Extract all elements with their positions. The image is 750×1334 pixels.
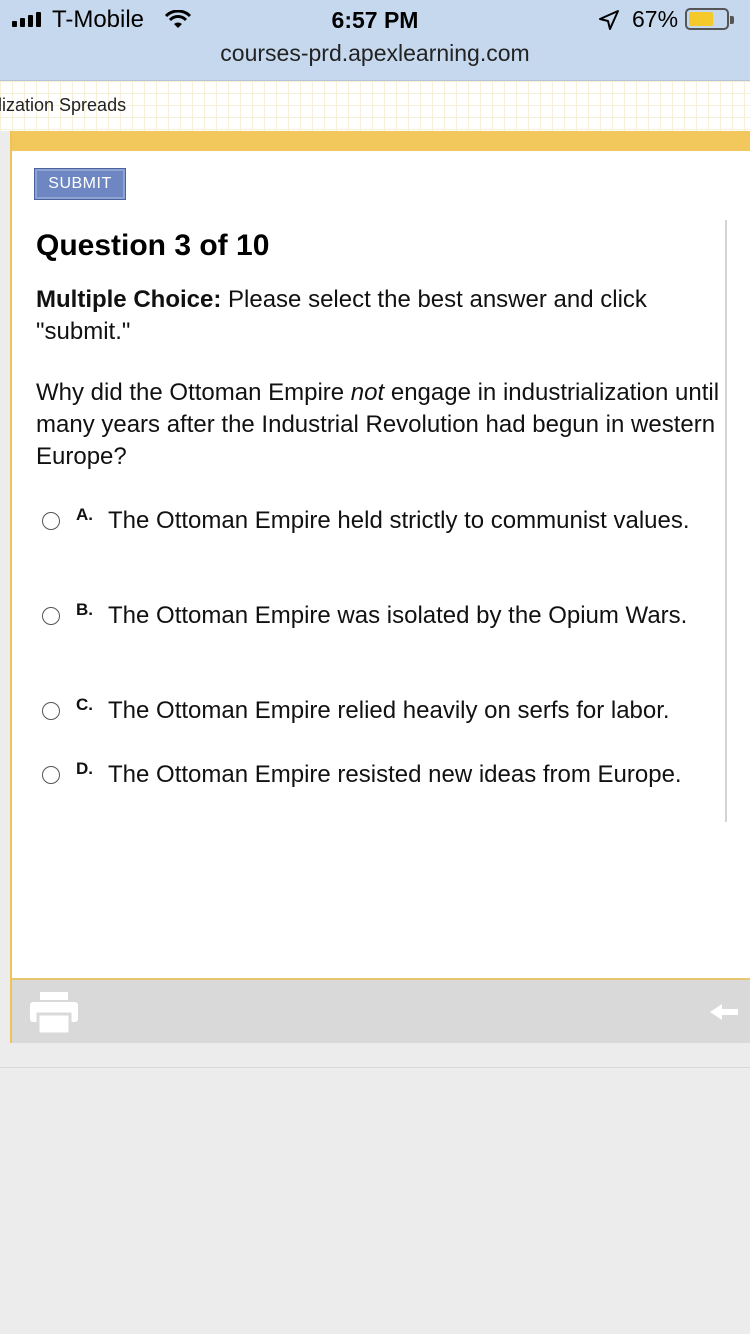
radio-button[interactable] — [42, 512, 60, 530]
breadcrumb: lization Spreads — [0, 95, 127, 115]
location-icon — [599, 10, 619, 30]
stem-emphasis: not — [350, 379, 385, 406]
address-bar[interactable]: courses-prd.apexlearning.com — [0, 40, 750, 67]
option-text[interactable]: The Ottoman Empire was isolated by the O… — [108, 600, 728, 632]
battery-percent: 67% — [632, 6, 679, 32]
option-letter: C. — [76, 695, 93, 714]
question-instructions: Multiple Choice: Please select the best … — [36, 284, 716, 348]
back-arrow-icon[interactable] — [710, 1002, 740, 1022]
option-letter: A. — [76, 505, 93, 524]
instruction-label: Multiple Choice: — [36, 286, 222, 313]
question-stem: Why did the Ottoman Empire not engage in… — [36, 377, 726, 473]
page-divider — [0, 1067, 750, 1068]
browser-chrome: T-Mobile 6:57 PM 67% courses-prd.apexlea… — [0, 0, 750, 81]
status-bar: T-Mobile 6:57 PM 67% — [0, 0, 750, 40]
print-icon[interactable] — [30, 992, 78, 1034]
option-text[interactable]: The Ottoman Empire resisted new ideas fr… — [108, 759, 728, 791]
radio-button[interactable] — [42, 766, 60, 784]
option-letter: D. — [76, 759, 93, 778]
lesson-header: lization Spreads — [0, 81, 750, 131]
radio-button[interactable] — [42, 607, 60, 625]
question-panel: SUBMIT Question 3 of 10 Multiple Choice:… — [10, 131, 750, 1043]
question-title: Question 3 of 10 — [36, 229, 270, 262]
battery-icon — [685, 8, 734, 30]
submit-button[interactable]: SUBMIT — [34, 168, 126, 200]
option-text[interactable]: The Ottoman Empire held strictly to comm… — [108, 505, 728, 537]
stem-start: Why did the Ottoman Empire — [36, 379, 351, 406]
bottom-toolbar — [12, 978, 750, 1043]
option-letter: B. — [76, 600, 93, 619]
panel-top-border — [12, 131, 750, 151]
radio-button[interactable] — [42, 702, 60, 720]
option-text[interactable]: The Ottoman Empire relied heavily on ser… — [108, 695, 728, 727]
